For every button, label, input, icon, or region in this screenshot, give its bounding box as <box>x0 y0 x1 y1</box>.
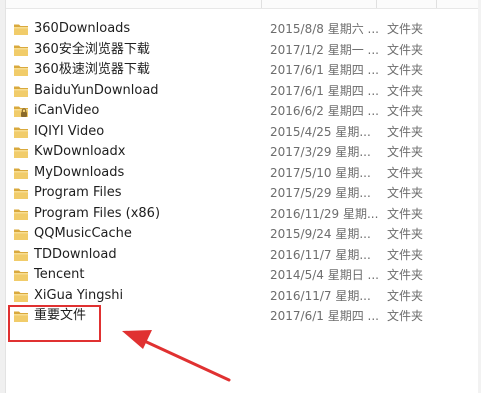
file-name: MyDownloads <box>34 164 125 180</box>
file-name: Program Files (x86) <box>34 205 161 221</box>
folder-icon <box>13 125 29 139</box>
file-row[interactable]: QQMusicCache 2015/9/24 星期... 文件夹 <box>8 224 478 245</box>
file-row[interactable]: XiGua Yingshi 2016/11/7 星期... 文件夹 <box>8 286 478 307</box>
file-type: 文件夹 <box>387 206 424 221</box>
modified-date: 2016/11/7 星期... <box>270 288 371 303</box>
file-name: Program Files <box>34 185 122 200</box>
column-divider[interactable] <box>261 0 262 8</box>
annotation-highlight-box <box>8 305 101 342</box>
file-row[interactable]: iCanVideo 2016/6/2 星期四 ... 文件夹 <box>8 101 478 122</box>
file-name: KwDownloadx <box>34 144 126 159</box>
file-row[interactable]: 360Downloads 2015/8/8 星期六 ... 文件夹 <box>8 19 478 40</box>
file-row[interactable]: Program Files (x86) 2016/11/29 星期... 文件夹 <box>8 204 478 225</box>
folder-icon <box>13 207 29 221</box>
modified-date: 2017/5/10 星期... <box>270 165 371 180</box>
modified-date: 2015/9/24 星期... <box>270 227 371 241</box>
file-row[interactable]: BaiduYunDownload 2017/6/1 星期四 ... 文件夹 <box>8 81 478 102</box>
file-name: BaiduYunDownload <box>34 82 159 98</box>
file-explorer-window: 360Downloads 2015/8/8 星期六 ... 文件夹 360安全浏览器下… <box>0 0 481 393</box>
file-type: 文件夹 <box>387 247 424 262</box>
file-type: 文件夹 <box>387 63 424 77</box>
folder-icon <box>13 166 29 180</box>
file-name: Tencent <box>34 267 85 282</box>
file-row[interactable]: 360极速浏览器下载 2017/6/1 星期四 ... 文件夹 <box>8 60 478 81</box>
file-type: 文件夹 <box>387 186 424 200</box>
file-type: 文件夹 <box>387 268 424 282</box>
modified-date: 2015/4/25 星期... <box>270 124 371 139</box>
folder-icon <box>13 289 29 303</box>
modified-date: 2017/6/1 星期四 ... <box>270 63 379 77</box>
file-row[interactable]: Program Files 2017/5/29 星期... 文件夹 <box>8 183 478 204</box>
file-name: TDDownload <box>34 246 117 262</box>
file-name: XiGua Yingshi <box>34 287 124 303</box>
file-row[interactable]: Tencent 2014/5/4 星期日 ... 文件夹 <box>8 265 478 286</box>
folder-icon <box>13 227 29 241</box>
folder-icon <box>13 63 29 77</box>
column-divider[interactable] <box>436 0 437 8</box>
modified-date: 2017/5/29 星期... <box>270 186 371 200</box>
modified-date: 2015/8/8 星期六 ... <box>270 22 379 36</box>
file-name: 360极速浏览器下载 <box>34 62 150 77</box>
locked-folder-icon <box>13 104 29 118</box>
column-divider[interactable] <box>376 0 377 8</box>
file-name: 360安全浏览器下载 <box>34 41 150 57</box>
file-row[interactable]: 360安全浏览器下载 2017/1/2 星期一 ... 文件夹 <box>8 40 478 61</box>
file-type: 文件夹 <box>387 124 424 139</box>
folder-icon <box>13 248 29 262</box>
folder-icon <box>13 84 29 98</box>
file-type: 文件夹 <box>387 104 424 118</box>
file-row[interactable]: TDDownload 2016/11/7 星期... 文件夹 <box>8 245 478 266</box>
file-name: IQIYI Video <box>34 123 105 139</box>
file-type: 文件夹 <box>387 227 424 241</box>
file-type: 文件夹 <box>387 22 424 36</box>
file-type: 文件夹 <box>387 145 424 159</box>
file-name: 360Downloads <box>34 21 131 36</box>
file-type: 文件夹 <box>387 309 424 323</box>
folder-icon <box>13 22 29 36</box>
modified-date: 2016/6/2 星期四 ... <box>270 104 379 118</box>
file-type: 文件夹 <box>387 83 424 98</box>
modified-date: 2017/3/29 星期... <box>270 145 371 159</box>
modified-date: 2014/5/4 星期日 ... <box>270 268 379 282</box>
folder-icon <box>13 268 29 282</box>
file-name: iCanVideo <box>34 103 100 118</box>
modified-date: 2017/1/2 星期一 ... <box>270 42 379 57</box>
file-type: 文件夹 <box>387 165 424 180</box>
column-header-bar[interactable] <box>6 0 481 9</box>
folder-icon <box>13 43 29 57</box>
file-name: QQMusicCache <box>34 226 132 241</box>
file-type: 文件夹 <box>387 42 424 57</box>
modified-date: 2017/6/1 星期四 ... <box>270 83 379 98</box>
folder-icon <box>13 145 29 159</box>
folder-icon <box>13 186 29 200</box>
file-list: 360Downloads 2015/8/8 星期六 ... 文件夹 360安全浏览器下… <box>8 19 478 327</box>
modified-date: 2017/6/1 星期四 ... <box>270 309 379 323</box>
file-type: 文件夹 <box>387 288 424 303</box>
file-row[interactable]: MyDownloads 2017/5/10 星期... 文件夹 <box>8 163 478 184</box>
modified-date: 2016/11/29 星期... <box>270 206 379 221</box>
file-row[interactable]: KwDownloadx 2017/3/29 星期... 文件夹 <box>8 142 478 163</box>
file-row[interactable]: IQIYI Video 2015/4/25 星期... 文件夹 <box>8 122 478 143</box>
modified-date: 2016/11/7 星期... <box>270 247 371 262</box>
